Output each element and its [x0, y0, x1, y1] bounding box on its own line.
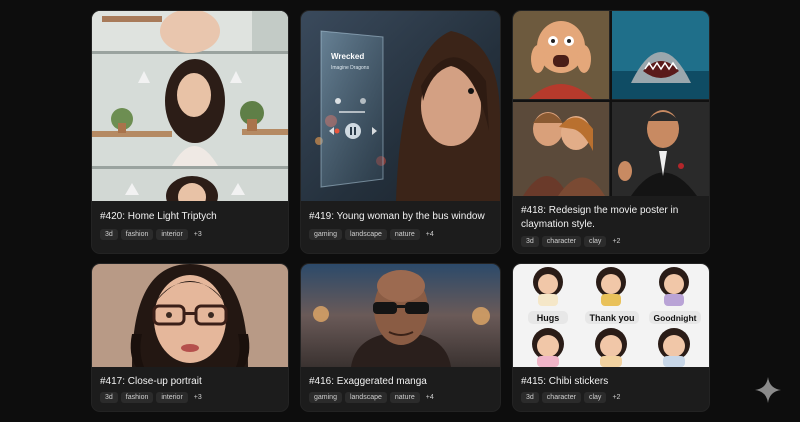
tag-chip[interactable]: gaming [309, 392, 342, 403]
more-tags-count[interactable]: +4 [423, 229, 437, 240]
sticker-label-goodnight: Goodnight [654, 313, 697, 323]
tag-chip[interactable]: interior [156, 229, 188, 240]
more-tags-count[interactable]: +3 [191, 392, 205, 403]
tag-chip[interactable]: nature [389, 229, 420, 240]
tag-chip[interactable]: 3d [100, 392, 118, 403]
more-tags-count[interactable]: +2 [609, 392, 623, 403]
card-image[interactable] [301, 264, 500, 367]
gallery-card-415[interactable]: Hugs Thank you Goodnight #415: Chibi sti… [513, 264, 709, 411]
card-title[interactable]: #418: Redesign the movie poster in claym… [521, 204, 701, 232]
gallery-card-419[interactable]: Wrecked Imagine Dragons #419: Young woma… [301, 11, 500, 253]
card-image[interactable] [513, 11, 709, 196]
gallery-card-416[interactable]: #416: Exaggerated manga gaming landscape… [301, 264, 500, 411]
card-image[interactable] [92, 264, 288, 367]
more-tags-count[interactable]: +4 [423, 392, 437, 403]
gallery-card-420[interactable]: #420: Home Light Triptych 3d fashion int… [92, 11, 288, 253]
more-tags-count[interactable]: +2 [609, 236, 623, 247]
card-tags: 3d fashion interior +3 [100, 392, 280, 403]
card-image[interactable]: Hugs Thank you Goodnight [513, 264, 709, 367]
prompt-gallery: #420: Home Light Triptych 3d fashion int… [0, 0, 800, 422]
tag-chip[interactable]: fashion [120, 229, 154, 240]
tag-chip[interactable]: nature [389, 392, 420, 403]
sticker-label-hugs: Hugs [537, 313, 560, 323]
tag-chip[interactable]: interior [156, 392, 188, 403]
more-tags-count[interactable]: +3 [191, 229, 205, 240]
tag-chip[interactable]: gaming [309, 229, 342, 240]
card-title[interactable]: #417: Close-up portrait [100, 375, 280, 389]
card-tags: gaming landscape nature +4 [309, 229, 492, 240]
card-title[interactable]: #419: Young woman by the bus window [309, 210, 492, 224]
gallery-card-418[interactable]: #418: Redesign the movie poster in claym… [513, 11, 709, 253]
tag-chip[interactable]: fashion [120, 392, 154, 403]
card-tags: 3d fashion interior +3 [100, 229, 280, 240]
tag-chip[interactable]: 3d [521, 236, 539, 247]
tag-chip[interactable]: character [541, 392, 581, 403]
tag-chip[interactable]: clay [583, 392, 607, 403]
tag-chip[interactable]: clay [583, 236, 607, 247]
tag-chip[interactable]: character [541, 236, 581, 247]
card-tags: 3d character clay +2 [521, 236, 701, 247]
card-image[interactable]: Wrecked Imagine Dragons [301, 11, 500, 201]
card-title[interactable]: #420: Home Light Triptych [100, 210, 280, 224]
tag-chip[interactable]: landscape [344, 229, 387, 240]
card-title[interactable]: #415: Chibi stickers [521, 375, 701, 389]
gallery-card-417[interactable]: #417: Close-up portrait 3d fashion inter… [92, 264, 288, 411]
card-title[interactable]: #416: Exaggerated manga [309, 375, 492, 389]
song-title-text: Wrecked [331, 52, 364, 61]
tag-chip[interactable]: landscape [344, 392, 387, 403]
tag-chip[interactable]: 3d [521, 392, 539, 403]
artist-text: Imagine Dragons [331, 65, 370, 71]
sticker-label-thank-you: Thank you [589, 313, 634, 323]
card-tags: gaming landscape nature +4 [309, 392, 492, 403]
sparkle-icon[interactable] [754, 376, 782, 404]
card-tags: 3d character clay +2 [521, 392, 701, 403]
tag-chip[interactable]: 3d [100, 229, 118, 240]
card-image[interactable] [92, 11, 288, 201]
